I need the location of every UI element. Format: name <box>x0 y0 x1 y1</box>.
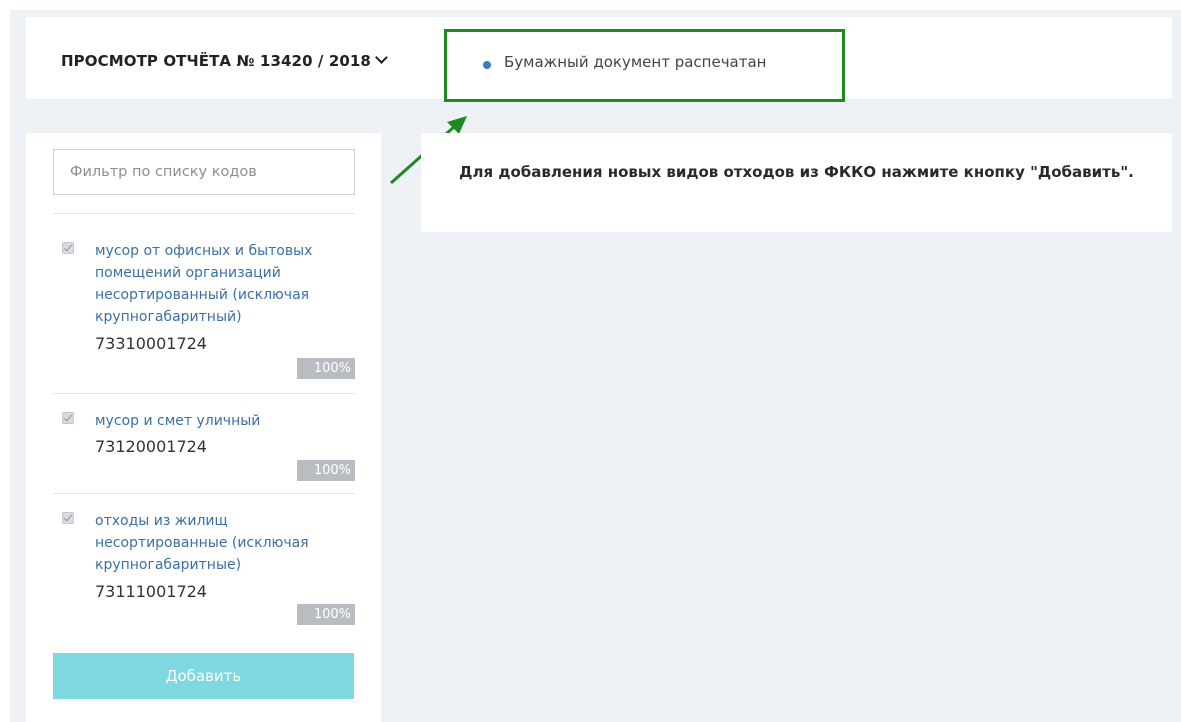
percent-badge: 100% <box>297 358 355 379</box>
checkbox[interactable] <box>62 412 74 424</box>
checkbox[interactable] <box>62 242 74 254</box>
status-highlight-box: Бумажный документ распечатан <box>444 29 845 102</box>
item-name-link[interactable]: отходы из жилищ несортированные (исключа… <box>95 510 355 576</box>
divider <box>53 393 355 394</box>
codes-sidebar: мусор от офисных и бытовых помещений орг… <box>26 133 381 722</box>
percent-badge: 100% <box>297 604 355 625</box>
item-name-link[interactable]: мусор от офисных и бытовых помещений орг… <box>95 240 355 328</box>
info-message: Для добавления новых видов отходов из ФК… <box>459 163 1134 181</box>
status-text: Бумажный документ распечатан <box>504 53 767 71</box>
item-name-link[interactable]: мусор и смет уличный <box>95 410 355 432</box>
info-panel: Для добавления новых видов отходов из ФК… <box>421 133 1172 232</box>
divider <box>53 213 355 214</box>
percent-badge: 100% <box>297 460 355 481</box>
list-item: отходы из жилищ несортированные (исключа… <box>53 510 355 628</box>
code-filter-input[interactable] <box>53 149 355 195</box>
item-code: 73310001724 <box>95 334 207 353</box>
status-dot-icon <box>483 61 491 69</box>
report-title-toggle[interactable]: ПРОСМОТР ОТЧЁТА № 13420 / 2018 <box>61 51 388 70</box>
list-item: мусор и смет уличный 73120001724 100% <box>53 410 355 482</box>
divider <box>53 493 355 494</box>
chevron-down-icon[interactable] <box>375 51 388 64</box>
checkbox[interactable] <box>62 512 74 524</box>
add-button[interactable]: Добавить <box>53 653 354 699</box>
list-item: мусор от офисных и бытовых помещений орг… <box>53 240 355 388</box>
item-code: 73111001724 <box>95 582 207 601</box>
item-code: 73120001724 <box>95 437 207 456</box>
report-title: ПРОСМОТР ОТЧЁТА № 13420 / 2018 <box>61 52 371 70</box>
